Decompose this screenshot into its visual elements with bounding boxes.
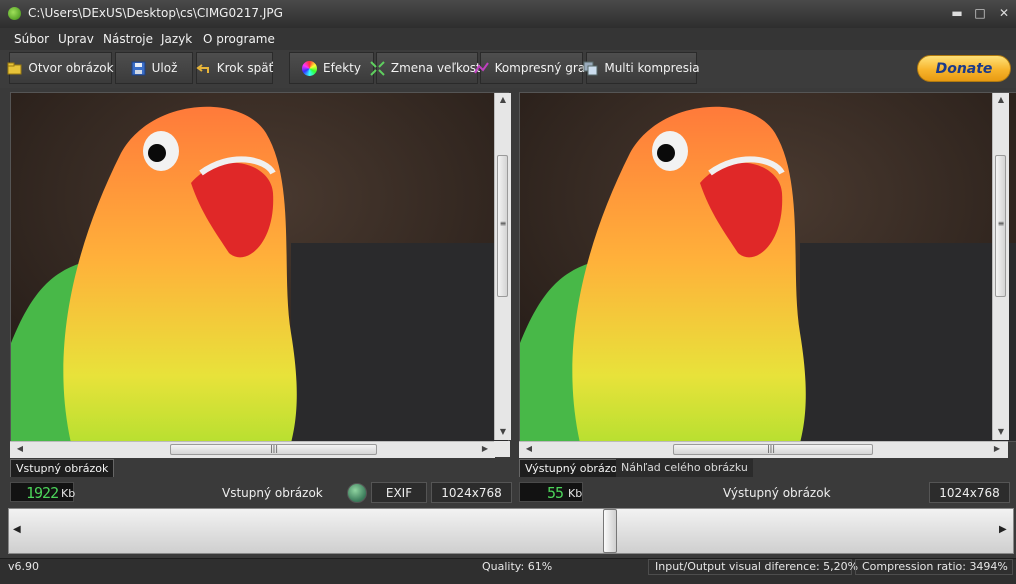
menu-subor[interactable]: Súbor bbox=[14, 32, 49, 46]
save-button[interactable]: Ulož bbox=[115, 52, 193, 84]
effects-label: Efekty bbox=[323, 61, 361, 75]
scroll-right-arrow-icon[interactable]: ▶ bbox=[989, 444, 1005, 453]
close-button[interactable]: ✕ bbox=[995, 5, 1013, 21]
open-image-label: Otvor obrázok bbox=[28, 61, 114, 75]
tab-input-image[interactable]: Vstupný obrázok bbox=[10, 459, 115, 477]
menu-nastroje[interactable]: Nástroje bbox=[103, 32, 153, 46]
quality-status: Quality: 61% bbox=[482, 560, 553, 573]
maximize-button[interactable]: □ bbox=[971, 5, 989, 21]
effects-button[interactable]: Efekty bbox=[289, 52, 374, 84]
save-label: Ulož bbox=[151, 61, 178, 75]
compression-graph-label: Kompresný graf bbox=[494, 61, 590, 75]
multi-compression-button[interactable]: Multi kompresia bbox=[583, 52, 700, 84]
app-icon bbox=[8, 7, 21, 20]
output-parrot-image bbox=[520, 93, 1016, 441]
folder-icon bbox=[7, 61, 22, 76]
scroll-down-arrow-icon[interactable]: ▼ bbox=[993, 427, 1009, 436]
window-title: C:\Users\DExUS\Desktop\cs\CIMG0217.JPG bbox=[28, 6, 283, 20]
scroll-right-arrow-icon[interactable]: ▶ bbox=[477, 444, 493, 453]
resize-button[interactable]: Zmena veľkosti bbox=[370, 52, 484, 84]
input-size-unit: Kb bbox=[61, 487, 76, 500]
multi-images-icon bbox=[583, 61, 598, 76]
input-vertical-scrollbar[interactable]: ▲ ≡ ▼ bbox=[494, 93, 511, 440]
output-dimensions: 1024x768 bbox=[929, 482, 1010, 503]
menu-jazyk[interactable]: Jazyk bbox=[161, 32, 192, 46]
open-image-button[interactable]: Otvor obrázok bbox=[7, 52, 114, 84]
visual-difference-status: Input/Output visual diference: 5,20% bbox=[648, 559, 858, 575]
scroll-corner bbox=[494, 441, 510, 457]
output-caption: Výstupný obrázok bbox=[723, 486, 831, 500]
menu-o-programe[interactable]: O programe bbox=[203, 32, 275, 46]
version-label: v6.90 bbox=[8, 560, 40, 573]
scroll-left-arrow-icon[interactable]: ◀ bbox=[521, 444, 537, 453]
color-wheel-icon bbox=[302, 60, 318, 76]
grip-icon: ≡ bbox=[997, 219, 1005, 228]
input-horizontal-scrollbar[interactable]: ◀ ||| ▶ bbox=[10, 441, 495, 458]
tab-full-preview[interactable]: Náhľad celého obrázku bbox=[616, 459, 753, 477]
floppy-disk-icon bbox=[131, 61, 146, 76]
compression-graph-button[interactable]: Kompresný graf bbox=[473, 52, 589, 84]
grip-icon: ||| bbox=[766, 444, 776, 453]
output-size-value: 55 bbox=[547, 484, 564, 502]
slider-right-arrow-icon[interactable]: ▶ bbox=[999, 524, 1007, 535]
scroll-down-arrow-icon[interactable]: ▼ bbox=[495, 427, 511, 436]
input-dimensions: 1024x768 bbox=[431, 482, 512, 503]
tab-output-image[interactable]: Výstupný obrázok bbox=[519, 459, 630, 477]
input-size-display: 1922 Kb bbox=[10, 482, 76, 502]
input-size-value: 1922 bbox=[26, 484, 59, 502]
grip-icon: ||| bbox=[269, 444, 279, 453]
minimize-button[interactable]: ▬ bbox=[948, 5, 966, 21]
resize-arrows-icon bbox=[370, 60, 385, 76]
slider-left-arrow-icon[interactable]: ◀ bbox=[13, 524, 21, 535]
menu-uprav[interactable]: Uprav bbox=[58, 32, 94, 46]
output-horizontal-scrollbar[interactable]: ◀ ||| ▶ bbox=[519, 441, 1008, 458]
compression-ratio-status: Compression ratio: 3494% bbox=[855, 559, 1013, 575]
output-size-unit: Kb bbox=[568, 487, 583, 500]
undo-button[interactable]: Krok späť bbox=[196, 52, 273, 84]
undo-arrow-icon bbox=[196, 61, 211, 76]
resize-label: Zmena veľkosti bbox=[390, 61, 485, 75]
grip-icon: ≡ bbox=[499, 219, 507, 228]
globe-icon[interactable] bbox=[347, 483, 367, 503]
quality-slider-thumb[interactable] bbox=[603, 509, 617, 553]
input-caption: Vstupný obrázok bbox=[222, 486, 323, 500]
output-vertical-scrollbar[interactable]: ▲ ≡ ▼ bbox=[992, 93, 1009, 440]
input-parrot-image bbox=[11, 93, 508, 441]
output-image-viewport[interactable] bbox=[519, 92, 1016, 442]
scroll-left-arrow-icon[interactable]: ◀ bbox=[12, 444, 28, 453]
quality-slider[interactable]: ◀ ▶ bbox=[8, 508, 1014, 554]
donate-button[interactable]: Donate bbox=[917, 55, 1011, 82]
multi-compression-label: Multi kompresia bbox=[604, 61, 700, 75]
scroll-up-arrow-icon[interactable]: ▲ bbox=[993, 95, 1009, 104]
input-image-viewport[interactable] bbox=[10, 92, 509, 442]
output-size-display: 55 Kb bbox=[519, 482, 583, 502]
graph-icon bbox=[473, 61, 489, 76]
scroll-up-arrow-icon[interactable]: ▲ bbox=[495, 95, 511, 104]
undo-label: Krok späť bbox=[216, 61, 274, 75]
exif-button[interactable]: EXIF bbox=[371, 482, 427, 503]
